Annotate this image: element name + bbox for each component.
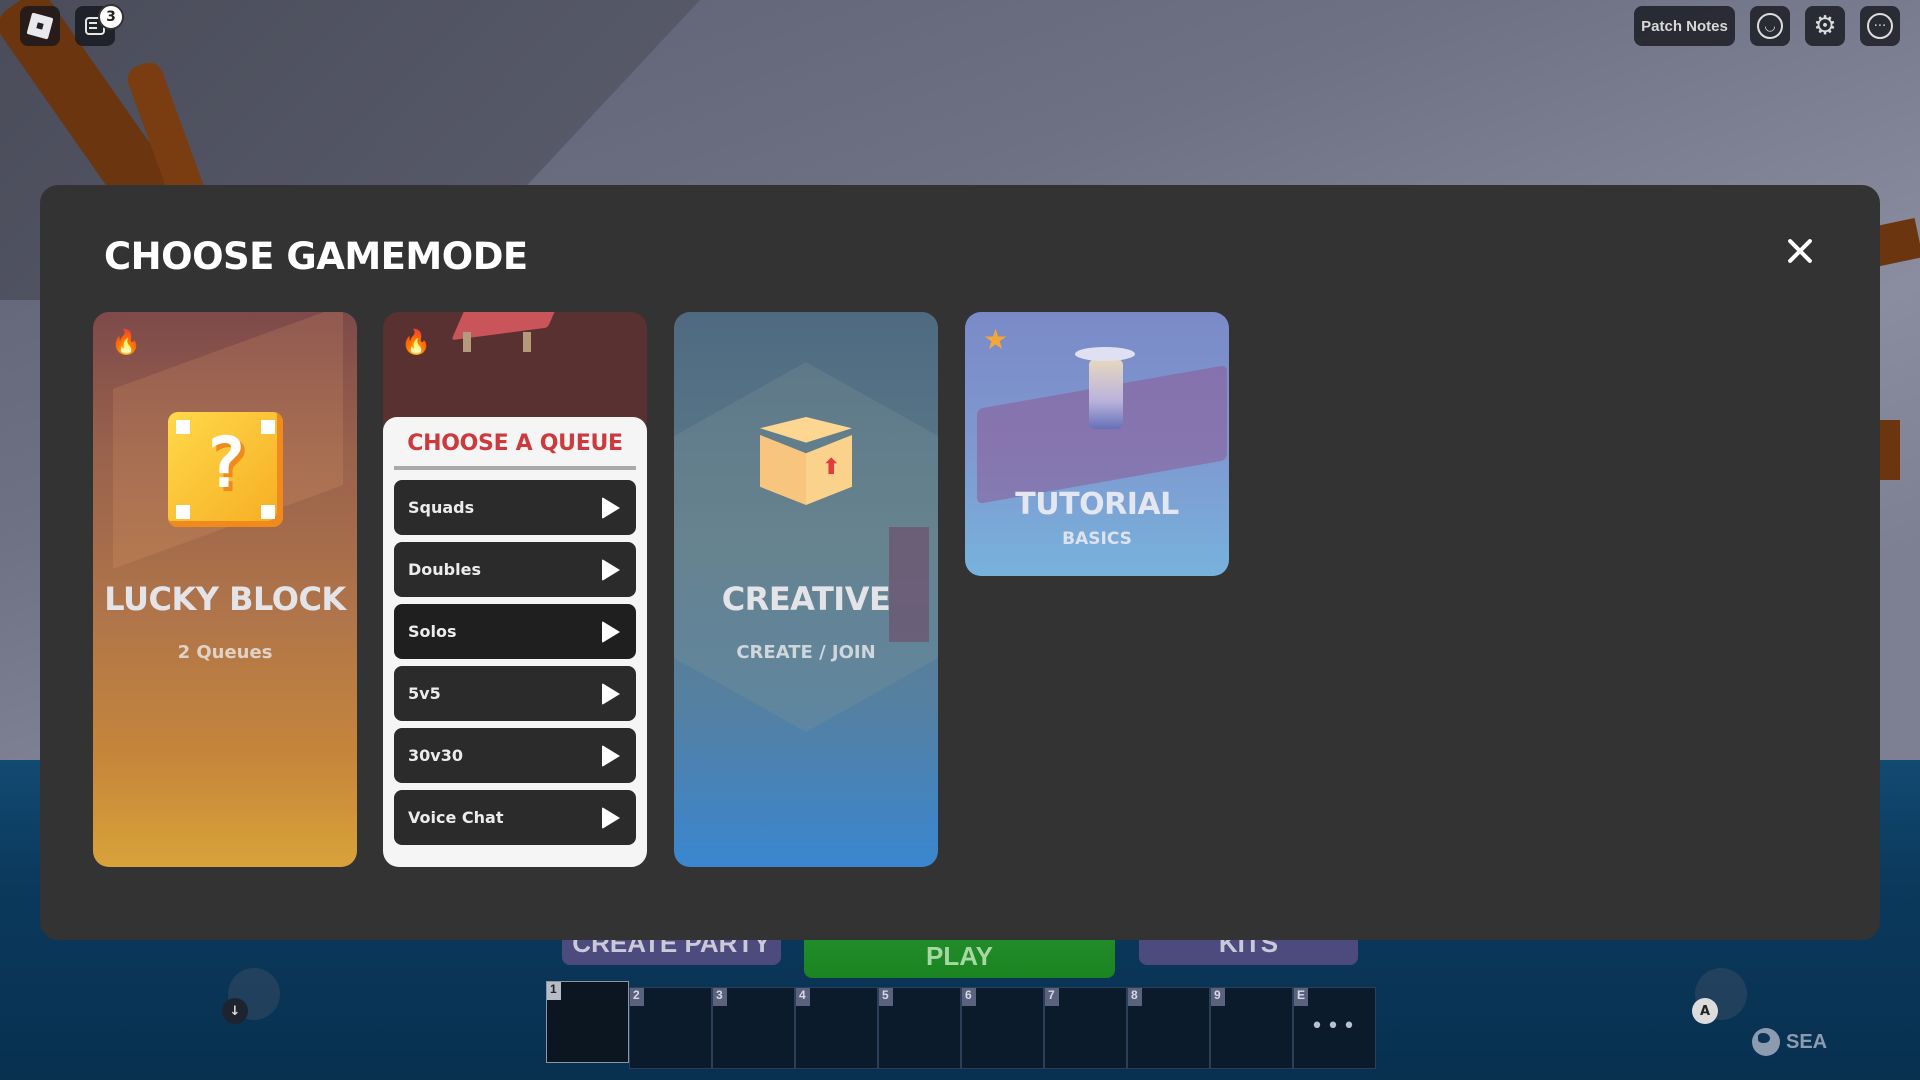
inventory-slot[interactable]: E ••• — [1293, 987, 1376, 1069]
patch-notes-button[interactable]: Patch Notes — [1634, 6, 1735, 46]
queue-label: Doubles — [408, 560, 481, 579]
queue-option-doubles[interactable]: Doubles — [394, 542, 636, 597]
hotbar-slot[interactable]: 9 — [1210, 987, 1293, 1069]
queue-label: 5v5 — [408, 684, 441, 703]
lucky-block-icon: ? — [168, 412, 283, 527]
play-icon — [602, 806, 620, 829]
hotbar-slot[interactable]: 5 — [878, 987, 961, 1069]
card-title: LUCKY BLOCK — [104, 580, 346, 618]
play-icon — [602, 744, 620, 767]
play-icon — [602, 682, 620, 705]
slot-number: 3 — [713, 988, 727, 1006]
card-subtitle: CREATE / JOIN — [736, 642, 876, 663]
gamemode-card-tutorial[interactable]: ★ TUTORIAL BASICS — [965, 312, 1229, 576]
queue-option-30v30[interactable]: 30v30 — [394, 728, 636, 783]
queue-label: Voice Chat — [408, 808, 504, 827]
hotbar-slot[interactable]: 4 — [795, 987, 878, 1069]
card-subtitle: 2 Queues — [177, 642, 273, 663]
play-icon — [602, 496, 620, 519]
divider — [394, 466, 636, 470]
gamemode-card-queue: 🔥 CHOOSE A QUEUE Squads Doubles Solos 5v… — [383, 312, 647, 867]
cardboard-box-icon: ⬆ — [760, 417, 852, 507]
slot-number: 4 — [796, 988, 810, 1006]
queue-panel: CHOOSE A QUEUE Squads Doubles Solos 5v5 … — [383, 417, 647, 867]
roblox-menu-button[interactable] — [20, 6, 60, 46]
hotbar-slot[interactable]: 3 — [712, 987, 795, 1069]
slot-number: 7 — [1045, 988, 1059, 1006]
gear-icon: ⚙ — [1813, 11, 1837, 41]
more-dots-icon: ••• — [1310, 1014, 1359, 1039]
play-icon — [602, 558, 620, 581]
slot-number: E — [1294, 988, 1309, 1006]
globe-icon — [1752, 1028, 1780, 1056]
queue-label: Squads — [408, 498, 475, 517]
bed-art — [523, 332, 531, 352]
hotbar: 1 2 3 4 5 6 7 8 9 E ••• — [546, 981, 1376, 1069]
hotbar-slot[interactable]: 6 — [961, 987, 1044, 1069]
roblox-logo-icon — [26, 12, 54, 40]
settings-button[interactable]: ⚙ — [1805, 6, 1845, 46]
queue-label: Solos — [408, 622, 457, 641]
down-arrow-icon: ↓ — [222, 998, 248, 1024]
gamemode-card-creative[interactable]: ⬆ CREATIVE CREATE / JOIN — [674, 312, 938, 867]
slot-number: 2 — [630, 988, 644, 1006]
key-a-icon: A — [1692, 998, 1718, 1024]
hotbar-slot[interactable]: 1 — [546, 981, 629, 1063]
queue-label: 30v30 — [408, 746, 463, 765]
slot-number: 1 — [547, 982, 561, 1000]
star-icon: ★ — [983, 323, 1009, 356]
play-icon — [602, 620, 620, 643]
hotbar-slot[interactable]: 7 — [1044, 987, 1127, 1069]
bed-art — [463, 332, 471, 352]
queue-option-squads[interactable]: Squads — [394, 480, 636, 535]
region-label: SEA — [1786, 1030, 1828, 1053]
more-options-button[interactable]: ··· — [1860, 6, 1900, 46]
slot-number: 9 — [1211, 988, 1225, 1006]
fire-icon: 🔥 — [111, 328, 141, 356]
slot-number: 5 — [879, 988, 893, 1006]
slot-number: 6 — [962, 988, 976, 1006]
queue-option-solos[interactable]: Solos — [394, 604, 636, 659]
queue-option-5v5[interactable]: 5v5 — [394, 666, 636, 721]
card-title: TUTORIAL — [1015, 487, 1179, 522]
close-button[interactable] — [1780, 231, 1820, 271]
hotbar-slot[interactable]: 2 — [629, 987, 712, 1069]
smiley-icon: ◡ — [1757, 13, 1783, 39]
queue-option-voice-chat[interactable]: Voice Chat — [394, 790, 636, 845]
choose-gamemode-modal: CHOOSE GAMEMODE 🔥 ? LUCKY BLOCK 2 Queues… — [40, 185, 1880, 940]
more-dots-icon: ··· — [1867, 13, 1893, 39]
modal-title: CHOOSE GAMEMODE — [104, 235, 528, 278]
slot-number: 8 — [1128, 988, 1142, 1006]
gamemode-card-lucky-block[interactable]: 🔥 ? LUCKY BLOCK 2 Queues — [93, 312, 357, 867]
card-subtitle: BASICS — [1062, 529, 1132, 549]
emotes-button[interactable]: ◡ — [1750, 6, 1790, 46]
queue-panel-title: CHOOSE A QUEUE — [407, 431, 623, 456]
fire-icon: 🔥 — [401, 328, 431, 356]
server-region: SEA — [1752, 1028, 1827, 1056]
hotbar-slot[interactable]: 8 — [1127, 987, 1210, 1069]
notification-badge: 3 — [98, 4, 124, 30]
card-title: CREATIVE — [721, 580, 891, 618]
character-avatar — [1075, 347, 1135, 432]
